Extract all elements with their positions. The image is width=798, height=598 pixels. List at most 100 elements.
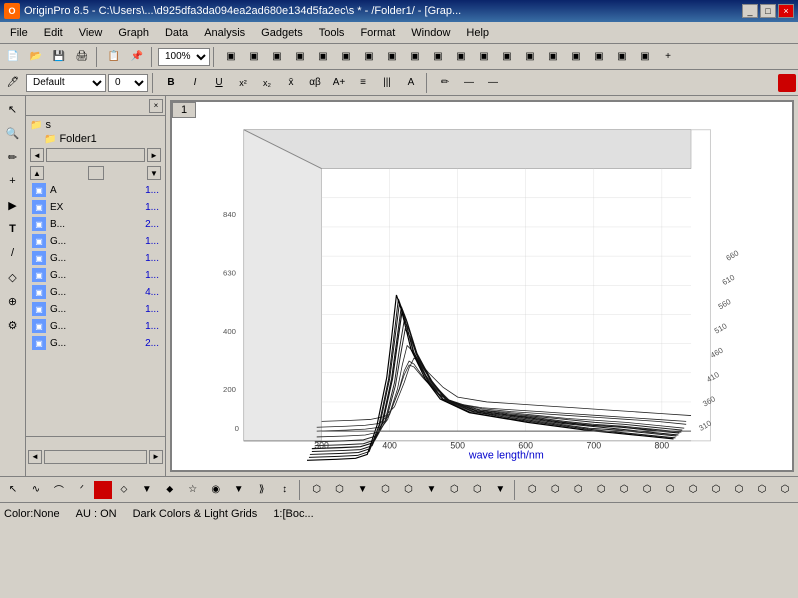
open-btn[interactable]: 📂 xyxy=(25,46,47,68)
bt-btn8[interactable]: ⬥ xyxy=(159,479,181,501)
list-item[interactable]: ▣ EX 1... xyxy=(28,199,163,216)
menu-file[interactable]: File xyxy=(2,25,36,41)
bt-btn12[interactable]: ⟫ xyxy=(251,479,273,501)
tb-btn-r[interactable]: ▣ xyxy=(611,46,633,68)
text-tool[interactable]: T xyxy=(2,218,24,240)
tb-btn-n[interactable]: ▣ xyxy=(519,46,541,68)
tree-root[interactable]: 📁 s xyxy=(28,118,163,132)
tb-btn-a[interactable]: ▣ xyxy=(220,46,242,68)
paste-btn[interactable]: 📌 xyxy=(126,46,148,68)
bt-btn3[interactable]: ⌒ xyxy=(48,479,70,501)
superscript-btn[interactable]: x² xyxy=(232,72,254,94)
menu-analysis[interactable]: Analysis xyxy=(196,25,253,41)
bt-btn24[interactable]: ⬡ xyxy=(544,479,566,501)
font-name-select[interactable]: Default xyxy=(26,74,106,92)
bt-btn10[interactable]: ◉ xyxy=(205,479,227,501)
shape-tool[interactable]: ◇ xyxy=(2,266,24,288)
bt-btn32[interactable]: ⬡ xyxy=(728,479,750,501)
menu-view[interactable]: View xyxy=(71,25,111,41)
bt-btn5[interactable] xyxy=(94,481,112,499)
bt-btn34[interactable]: ⬡ xyxy=(774,479,796,501)
draw-btn3[interactable]: — xyxy=(482,72,504,94)
sidebar-scroll-left[interactable]: ◄ xyxy=(28,450,42,464)
bt-btn33[interactable]: ⬡ xyxy=(751,479,773,501)
circle-tool[interactable]: ⊕ xyxy=(2,290,24,312)
align-btn[interactable]: ≡ xyxy=(352,72,374,94)
tb-btn-q[interactable]: ▣ xyxy=(588,46,610,68)
menu-data[interactable]: Data xyxy=(157,25,196,41)
tb-btn-d[interactable]: ▣ xyxy=(289,46,311,68)
tb-btn-h[interactable]: ▣ xyxy=(381,46,403,68)
copy-btn[interactable]: 📋 xyxy=(103,46,125,68)
lines-btn[interactable]: ||| xyxy=(376,72,398,94)
list-item[interactable]: ▣ G... 4... xyxy=(28,284,163,301)
scroll-right[interactable]: ► xyxy=(147,148,161,162)
tb-btn-p[interactable]: ▣ xyxy=(565,46,587,68)
greek-btn[interactable]: αβ xyxy=(304,72,326,94)
bt-btn29[interactable]: ⬡ xyxy=(659,479,681,501)
list-item[interactable]: ▣ G... 1... xyxy=(28,250,163,267)
draw-btn2[interactable]: — xyxy=(458,72,480,94)
menu-format[interactable]: Format xyxy=(352,25,403,41)
tb-btn-e[interactable]: ▣ xyxy=(312,46,334,68)
bt-btn9[interactable]: ☆ xyxy=(182,479,204,501)
sidebar-hscroll[interactable] xyxy=(44,450,147,464)
menu-gadgets[interactable]: Gadgets xyxy=(253,25,311,41)
menu-tools[interactable]: Tools xyxy=(311,25,353,41)
tb-btn-j[interactable]: ▣ xyxy=(427,46,449,68)
scroll-thumb[interactable] xyxy=(46,148,145,162)
tb-btn-f[interactable]: ▣ xyxy=(335,46,357,68)
graph-tab[interactable]: 1 xyxy=(172,102,196,118)
line-tool[interactable]: / xyxy=(2,242,24,264)
arrow-tool[interactable]: ↖ xyxy=(2,98,24,120)
bt-btn28[interactable]: ⬡ xyxy=(636,479,658,501)
draw-tool[interactable]: ✏ xyxy=(2,146,24,168)
zoom-tool[interactable]: 🔍 xyxy=(2,122,24,144)
bt-btn22[interactable]: ▼ xyxy=(489,479,511,501)
tb-btn-m[interactable]: ▣ xyxy=(496,46,518,68)
tb-btn-g[interactable]: ▣ xyxy=(358,46,380,68)
list-item[interactable]: ▣ G... 1... xyxy=(28,267,163,284)
scroll-left[interactable]: ◄ xyxy=(30,148,44,162)
zoom-select[interactable]: 100% 75% 50% 150% 200% xyxy=(158,48,210,66)
bt-btn1[interactable]: ↖ xyxy=(2,479,24,501)
sidebar-close-btn[interactable]: × xyxy=(149,99,163,113)
bt-btn16[interactable]: ▼ xyxy=(352,479,374,501)
font-size-select[interactable]: 0 8 10 12 xyxy=(108,74,148,92)
bt-btn18[interactable]: ⬡ xyxy=(397,479,419,501)
close-button[interactable]: × xyxy=(778,4,794,18)
bt-btn17[interactable]: ⬡ xyxy=(375,479,397,501)
bt-btn26[interactable]: ⬡ xyxy=(590,479,612,501)
tb-btn-s[interactable]: ▣ xyxy=(634,46,656,68)
tb-btn-t[interactable]: + xyxy=(657,46,679,68)
save-btn[interactable]: 💾 xyxy=(48,46,70,68)
menu-help[interactable]: Help xyxy=(458,25,497,41)
tb-btn-k[interactable]: ▣ xyxy=(450,46,472,68)
red-btn[interactable] xyxy=(778,74,796,92)
menu-window[interactable]: Window xyxy=(403,25,458,41)
bt-btn15[interactable]: ⬡ xyxy=(329,479,351,501)
menu-edit[interactable]: Edit xyxy=(36,25,71,41)
bt-btn20[interactable]: ⬡ xyxy=(443,479,465,501)
bold-btn[interactable]: B xyxy=(160,72,182,94)
bt-btn27[interactable]: ⬡ xyxy=(613,479,635,501)
bt-btn21[interactable]: ⬡ xyxy=(466,479,488,501)
list-item[interactable]: ▣ A 1... xyxy=(28,182,163,199)
list-item[interactable]: ▣ G... 1... xyxy=(28,233,163,250)
tb-btn-o[interactable]: ▣ xyxy=(542,46,564,68)
tb-btn-c[interactable]: ▣ xyxy=(266,46,288,68)
strikethrough-btn[interactable]: x̄ xyxy=(280,72,302,94)
bt-btn11[interactable]: ▼ xyxy=(228,479,250,501)
underline-btn[interactable]: U xyxy=(208,72,230,94)
bt-btn7[interactable]: ▼ xyxy=(136,479,158,501)
new-file-btn[interactable]: 📄 xyxy=(2,46,24,68)
bt-btn6[interactable]: ⬦ xyxy=(113,479,135,501)
list-item[interactable]: ▣ G... 1... xyxy=(28,318,163,335)
bt-btn25[interactable]: ⬡ xyxy=(567,479,589,501)
tb-btn-i[interactable]: ▣ xyxy=(404,46,426,68)
window-controls[interactable]: _ □ × xyxy=(742,4,794,18)
picker-tool[interactable]: ▶ xyxy=(2,194,24,216)
list-item[interactable]: ▣ B... 2... xyxy=(28,216,163,233)
tree-folder1[interactable]: 📁 Folder1 xyxy=(28,132,163,146)
print-btn[interactable]: 🖨 xyxy=(71,46,93,68)
